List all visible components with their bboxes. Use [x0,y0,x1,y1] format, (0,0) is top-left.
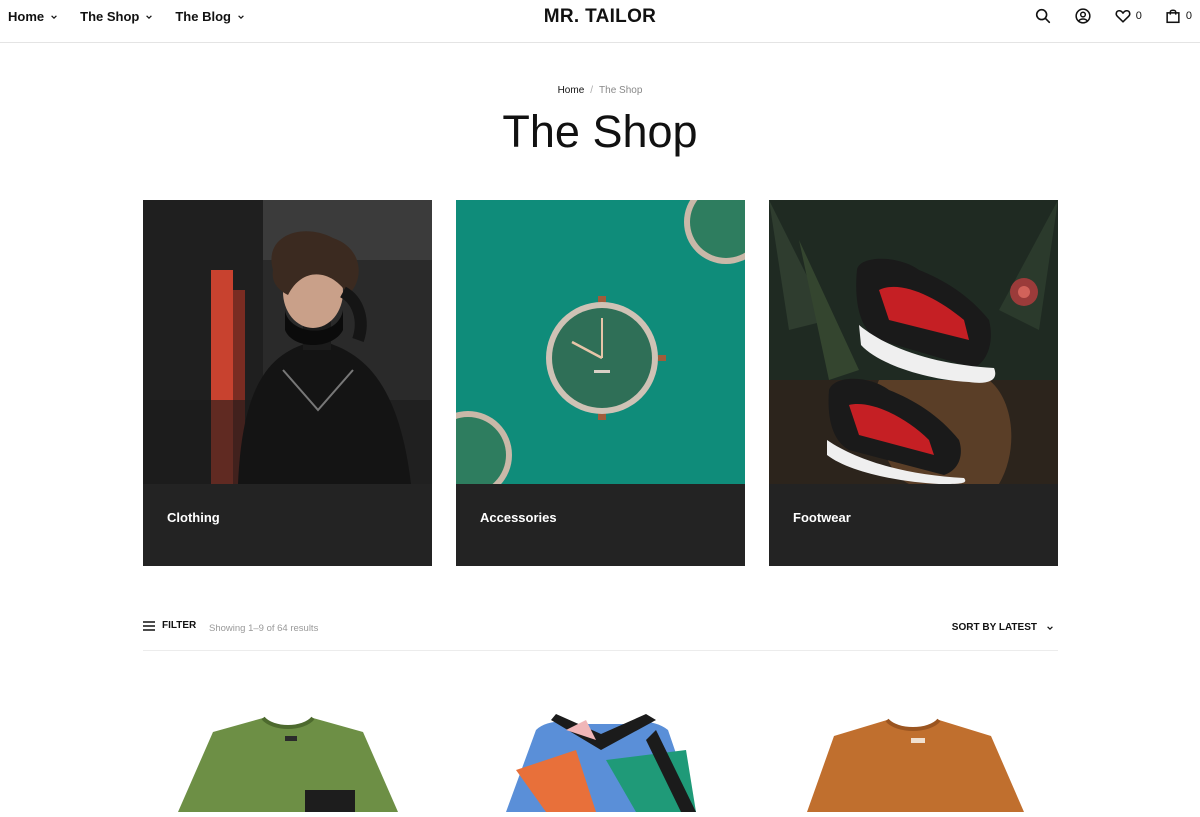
category-image-accessories [456,200,745,484]
product-card-orange-tshirt[interactable] [769,690,1058,812]
header-icons: 0 0 [1012,7,1192,25]
category-card-accessories[interactable]: Accessories [456,200,745,566]
product-image [178,716,398,812]
product-card-patterned-hoodie[interactable] [456,690,745,812]
category-card-clothing[interactable]: Clothing [143,200,432,566]
breadcrumb-separator: / [590,85,594,96]
account-button[interactable] [1074,7,1092,25]
chevron-down-icon [1047,625,1053,630]
filter-button[interactable]: FILTER [143,620,196,631]
page-title: The Shop [502,106,698,157]
product-image [807,718,1024,812]
breadcrumb-home-link[interactable]: Home [558,85,585,96]
filter-label: FILTER [162,620,197,631]
cart-button[interactable]: 0 [1164,7,1192,25]
search-icon [1035,8,1050,24]
category-card-footwear[interactable]: Footwear [769,200,1058,566]
heart-icon [1115,10,1131,23]
category-label: Footwear [793,510,851,525]
breadcrumb-current: The Shop [599,85,643,96]
category-image-clothing [143,200,432,484]
wishlist-count: 0 [1135,10,1142,22]
category-label: Clothing [167,510,220,525]
site-header: Home The Shop The Blog MR. TAILOR 0 0 [0,0,1200,43]
category-label: Accessories [480,510,557,525]
sort-dropdown[interactable]: SORT BY LATEST [952,622,1054,633]
cart-count: 0 [1185,10,1192,22]
product-image [506,714,696,812]
menu-lines-icon [143,620,155,631]
search-button[interactable] [1034,7,1052,25]
sort-label: SORT BY LATEST [951,622,1037,633]
shop-toolbar: FILTER Showing 1–9 of 64 results SORT BY… [143,620,1058,651]
category-image-footwear [769,200,1058,484]
site-logo-link[interactable]: MR. TAILOR [544,6,656,27]
breadcrumb: Home / The Shop [0,85,1200,96]
product-card-green-tshirt[interactable] [143,690,432,812]
wishlist-button[interactable]: 0 [1114,7,1142,25]
shopping-bag-icon [1166,9,1180,24]
user-circle-icon [1075,8,1091,24]
result-count: Showing 1–9 of 64 results [209,623,319,634]
